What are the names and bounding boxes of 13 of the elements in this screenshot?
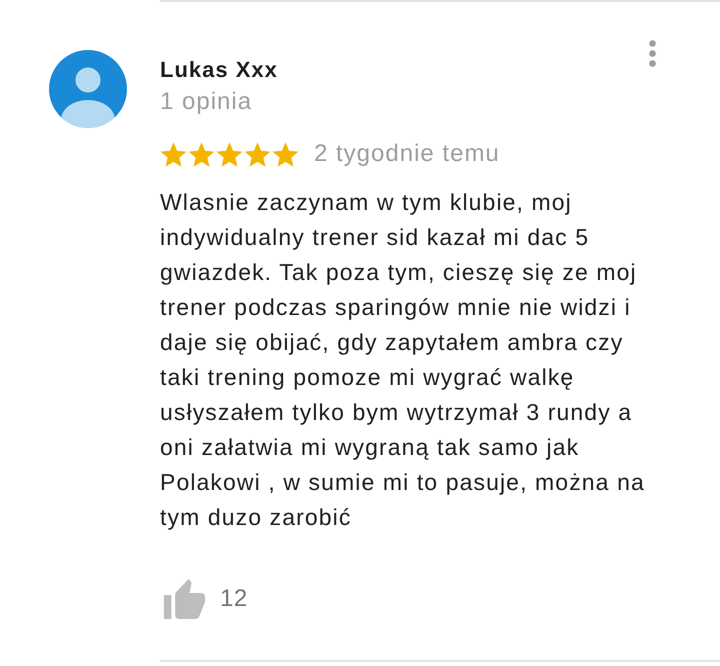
avatar-icon (49, 50, 127, 128)
review-text: Wlasnie zaczynam w tym klubie, moj indywidualny trener sid kazał mi dac 5 gwiazdek. Tak poza tym, cieszę się ze moj trener podczas sparingów mnie nie widzi i daje się obijać, gdy zapytałem ambra czy taki trening pomoze mi wygrać walkę usłyszałem tylko bym wytrzymał 3 rundy a oni załatwia mi wygraną tak samo jak Polakowi , w sumie mi to pasuje, można na tym duzo zarobić (160, 188, 645, 532)
star-icon (160, 140, 187, 168)
star-icon (244, 140, 271, 168)
star-icon (272, 140, 299, 168)
like-count: 12 (220, 584, 248, 614)
more-options-icon[interactable] (649, 40, 656, 67)
thumbs-up-icon[interactable] (162, 579, 207, 619)
author-name: Lukas Xxx (160, 56, 278, 84)
star-icon (188, 140, 215, 168)
review-time: 2 tygodnie temu (314, 139, 500, 169)
review-count: 1 opinia (160, 87, 252, 117)
star-icon (216, 140, 243, 168)
